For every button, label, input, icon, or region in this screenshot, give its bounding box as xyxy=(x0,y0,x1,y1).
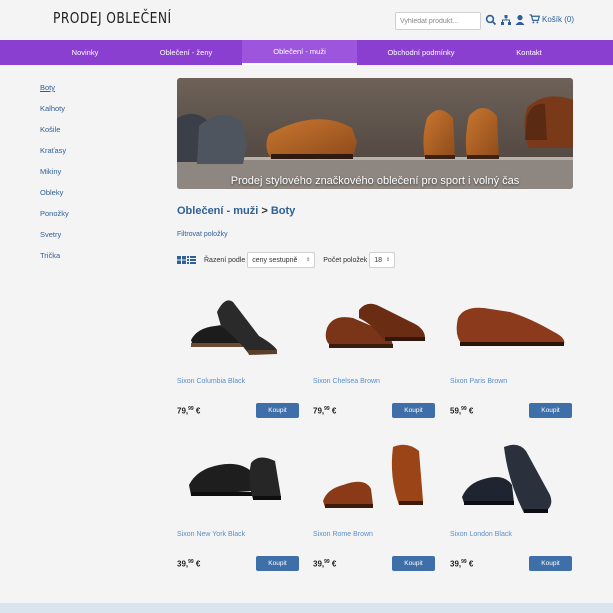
product-price: 39,99 € xyxy=(450,559,473,569)
price-cents: 99 xyxy=(324,406,330,412)
sidebar-item-tricka[interactable]: Trička xyxy=(40,250,140,271)
buy-button[interactable]: Koupit xyxy=(529,556,572,571)
sidebar-item-boty[interactable]: Boty xyxy=(40,82,140,103)
product-card: Sixon Columbia Black 79,99 € Koupit xyxy=(177,288,300,418)
buy-button[interactable]: Koupit xyxy=(529,403,572,418)
sidebar-item-kalhoty[interactable]: Kalhoty xyxy=(40,103,140,124)
price-main: 39, xyxy=(313,559,325,569)
count-label: Počet položek xyxy=(323,256,368,264)
product-card: Sixon London Black 39,99 € Koupit xyxy=(450,441,573,571)
sort-label: Řazení podle xyxy=(204,256,246,264)
product-price: 39,99 € xyxy=(313,559,336,569)
nav-item-novinky[interactable]: Novinky xyxy=(40,40,130,65)
breadcrumb-parent[interactable]: Oblečení - muži xyxy=(177,205,258,217)
count-select[interactable]: 18 ⇕ xyxy=(369,252,396,268)
sidebar-item-obleky[interactable]: Obleky xyxy=(40,187,140,208)
product-card: Sixon New York Black 39,99 € Koupit xyxy=(177,441,300,571)
sidebar-item-ponozky[interactable]: Ponožky xyxy=(40,208,140,229)
price-cents: 99 xyxy=(188,559,194,565)
banner-image xyxy=(177,78,573,189)
breadcrumb: Oblečení - muži > Boty xyxy=(177,205,295,217)
breadcrumb-separator: > xyxy=(261,205,268,217)
price-main: 59, xyxy=(450,406,462,416)
price-main: 39, xyxy=(177,559,189,569)
product-name[interactable]: Sixon London Black xyxy=(450,531,512,538)
product-name[interactable]: Sixon Paris Brown xyxy=(450,378,507,385)
buy-button[interactable]: Koupit xyxy=(392,403,435,418)
price-cents: 99 xyxy=(461,406,467,412)
price-currency: € xyxy=(331,406,337,416)
count-chevron-icon: ⇕ xyxy=(386,257,391,263)
product-card: Sixon Rome Brown 39,99 € Koupit xyxy=(313,441,436,571)
price-currency: € xyxy=(331,559,337,569)
product-card: Sixon Paris Brown 59,99 € Koupit xyxy=(450,288,573,418)
sidebar-item-kratasy[interactable]: Kraťasy xyxy=(40,145,140,166)
product-image[interactable] xyxy=(450,441,573,521)
price-main: 79, xyxy=(177,406,189,416)
cart-label: Košík (0) xyxy=(542,14,575,24)
nav-item-obleceni-zeny[interactable]: Oblečení - ženy xyxy=(130,40,242,65)
category-sidebar: Boty Kalhoty Košile Kraťasy Mikiny Oblek… xyxy=(40,82,140,271)
sort-chevron-icon: ⇕ xyxy=(306,257,311,263)
product-price: 79,99 € xyxy=(313,406,336,416)
product-image[interactable] xyxy=(313,441,436,521)
footer-bar xyxy=(0,603,613,613)
filter-items-link[interactable]: Filtrovat položky xyxy=(177,231,228,238)
banner-caption: Prodej stylového značkového oblečení pro… xyxy=(230,175,520,187)
sort-select-value: ceny sestupně xyxy=(252,256,298,264)
sidebar-item-kosile[interactable]: Košile xyxy=(40,124,140,145)
buy-button[interactable]: Koupit xyxy=(392,556,435,571)
price-main: 79, xyxy=(313,406,325,416)
sidebar-item-mikiny[interactable]: Mikiny xyxy=(40,166,140,187)
list-view-icon[interactable] xyxy=(187,256,196,264)
price-currency: € xyxy=(195,406,201,416)
product-image[interactable] xyxy=(177,441,300,521)
main-nav: Novinky Oblečení - ženy Oblečení - muži … xyxy=(0,40,613,65)
cart-link[interactable]: Košík (0) xyxy=(529,14,574,24)
price-currency: € xyxy=(195,559,201,569)
cart-icon xyxy=(529,14,540,24)
sort-select[interactable]: ceny sestupně ⇕ xyxy=(247,252,316,268)
search-input[interactable] xyxy=(395,12,481,30)
nav-item-obleceni-muzi[interactable]: Oblečení - muži xyxy=(242,40,357,65)
price-cents: 99 xyxy=(324,559,330,565)
price-main: 39, xyxy=(450,559,462,569)
header: PRODEJ OBLEČENÍ Košík (0) xyxy=(0,0,613,40)
sitemap-icon[interactable] xyxy=(500,14,512,26)
product-name[interactable]: Sixon Columbia Black xyxy=(177,378,245,385)
price-cents: 99 xyxy=(188,406,194,412)
breadcrumb-current: Boty xyxy=(270,205,296,217)
price-cents: 99 xyxy=(461,559,467,565)
price-currency: € xyxy=(468,559,474,569)
product-name[interactable]: Sixon Chelsea Brown xyxy=(313,378,380,385)
site-logo[interactable]: PRODEJ OBLEČENÍ xyxy=(53,9,172,27)
grid-view-icon[interactable] xyxy=(177,256,186,264)
buy-button[interactable]: Koupit xyxy=(256,556,299,571)
product-image[interactable] xyxy=(177,288,300,368)
price-currency: € xyxy=(468,406,474,416)
product-name[interactable]: Sixon New York Black xyxy=(177,531,245,538)
product-price: 59,99 € xyxy=(450,406,473,416)
product-image[interactable] xyxy=(450,288,573,368)
nav-item-obchodni-podminky[interactable]: Obchodní podmínky xyxy=(357,40,485,65)
product-price: 39,99 € xyxy=(177,559,200,569)
product-name[interactable]: Sixon Rome Brown xyxy=(313,531,373,538)
buy-button[interactable]: Koupit xyxy=(256,403,299,418)
product-price: 79,99 € xyxy=(177,406,200,416)
count-select-value: 18 xyxy=(374,256,383,264)
product-image[interactable] xyxy=(313,288,436,368)
user-icon[interactable] xyxy=(514,14,526,26)
listing-toolbar: Řazení podle ceny sestupně ⇕ Počet polož… xyxy=(177,252,396,268)
sidebar-item-svetry[interactable]: Svetry xyxy=(40,229,140,250)
search-icon[interactable] xyxy=(485,14,497,26)
nav-item-kontakt[interactable]: Kontakt xyxy=(485,40,573,65)
product-card: Sixon Chelsea Brown 79,99 € Koupit xyxy=(313,288,436,418)
hero-banner: Prodej stylového značkového oblečení pro… xyxy=(177,78,573,189)
